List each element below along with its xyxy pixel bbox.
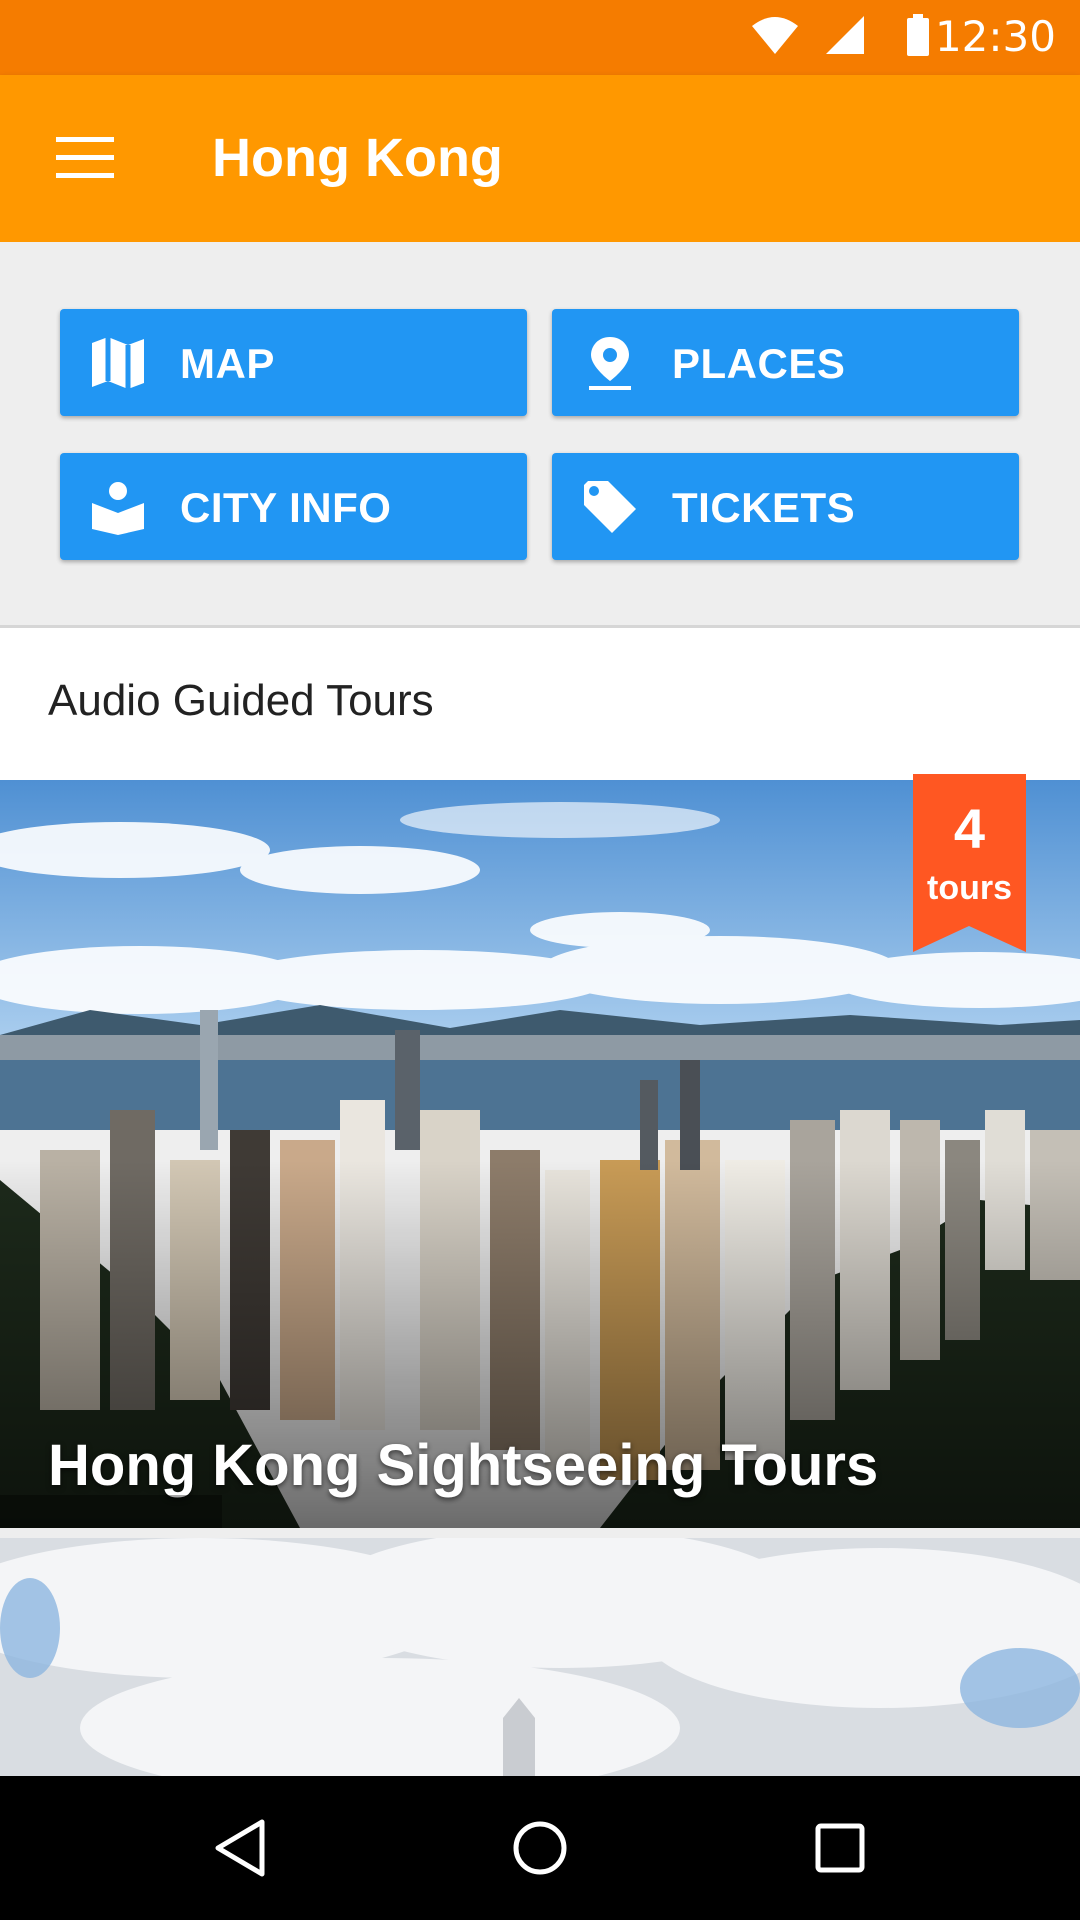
map-button-label: MAP xyxy=(180,340,275,387)
quick-actions: MAP PLACES CITY INFO TICKETS xyxy=(0,242,1080,625)
tour-count-badge: 4 tours xyxy=(913,774,1026,952)
status-bar: 12:30 xyxy=(0,0,1080,75)
recents-icon xyxy=(815,1823,865,1873)
guide-book-icon xyxy=(92,482,144,535)
clock: 12:30 xyxy=(934,12,1056,61)
tickets-button[interactable]: TICKETS xyxy=(552,453,1019,560)
places-button-label: PLACES xyxy=(672,340,846,387)
back-icon xyxy=(215,1819,265,1877)
battery-icon xyxy=(907,14,929,56)
city-info-button-label: CITY INFO xyxy=(180,484,392,531)
photo-credit-bar xyxy=(0,1495,222,1528)
section-title: Audio Guided Tours xyxy=(48,676,434,725)
tour-title: Hong Kong Sightseeing Tours xyxy=(48,1433,879,1498)
map-button[interactable]: MAP xyxy=(60,309,527,416)
ticket-tag-icon xyxy=(584,481,636,533)
place-pin-icon xyxy=(589,337,631,390)
section-header: Audio Guided Tours xyxy=(0,625,1080,783)
map-icon xyxy=(92,337,144,389)
tour-card[interactable] xyxy=(0,1538,1080,1778)
cell-signal-icon xyxy=(826,16,864,54)
home-icon xyxy=(513,1821,567,1875)
recents-button[interactable] xyxy=(780,1800,900,1896)
tour-photo xyxy=(0,1538,1080,1778)
app-title: Hong Kong xyxy=(212,128,503,188)
city-info-button[interactable]: CITY INFO xyxy=(60,453,527,560)
back-button[interactable] xyxy=(180,1800,300,1896)
app-bar: Hong Kong xyxy=(0,75,1080,242)
home-button[interactable] xyxy=(480,1800,600,1896)
tickets-button-label: TICKETS xyxy=(672,484,856,531)
navigation-bar xyxy=(0,1776,1080,1920)
tour-count-label: tours xyxy=(927,869,1012,907)
tour-count: 4 xyxy=(953,797,986,860)
menu-icon xyxy=(56,137,114,178)
menu-button[interactable] xyxy=(40,113,130,203)
wifi-icon xyxy=(752,17,798,54)
places-button[interactable]: PLACES xyxy=(552,309,1019,416)
